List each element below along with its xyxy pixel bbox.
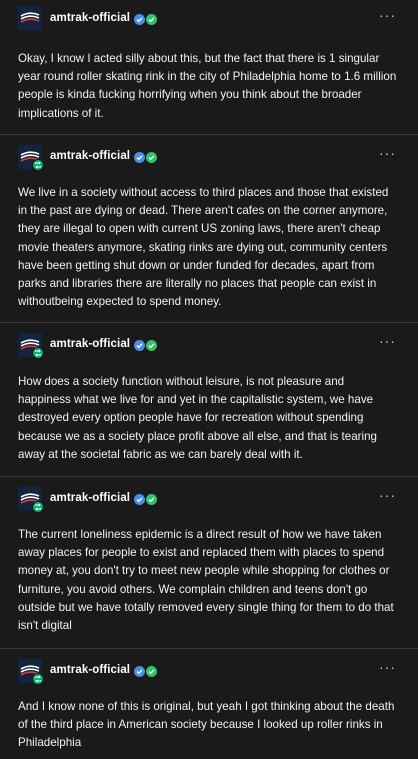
post-text: How does a society function without leis… [18, 375, 377, 461]
avatar[interactable] [18, 333, 44, 359]
username[interactable]: amtrak-official [50, 492, 158, 506]
post-header: amtrak-official ··· [18, 135, 400, 171]
verified-check-icon [146, 14, 158, 26]
post-header: amtrak-official ··· [18, 323, 400, 359]
post-text: Okay, I know I acted silly about this, b… [18, 52, 397, 120]
avatar[interactable] [18, 6, 42, 30]
verified-check-icon [146, 152, 158, 164]
avatar[interactable] [18, 145, 44, 171]
verified-badges [133, 152, 158, 164]
avatar[interactable] [18, 487, 44, 513]
more-options-icon[interactable]: ··· [379, 488, 396, 502]
post: amtrak-official ··· And I know none of t… [0, 649, 418, 759]
verified-check-icon [134, 494, 146, 506]
post-text: And I know none of this is original, but… [18, 700, 395, 750]
verified-badges [133, 14, 158, 26]
verified-check-icon [134, 666, 146, 678]
verified-check-icon [134, 14, 146, 26]
amtrak-logo-icon [18, 6, 42, 30]
more-options-icon[interactable]: ··· [379, 146, 396, 160]
verified-check-icon [134, 340, 146, 352]
username[interactable]: amtrak-official [50, 150, 158, 164]
post: amtrak-official ··· Okay, I know I acted… [0, 0, 418, 135]
post-text: We live in a society without access to t… [18, 186, 389, 309]
verified-check-icon [146, 340, 158, 352]
post-header: amtrak-official ··· [18, 0, 400, 36]
more-options-icon[interactable]: ··· [379, 8, 396, 22]
verified-check-icon [134, 152, 146, 164]
username[interactable]: amtrak-official [50, 338, 158, 352]
verified-check-icon [146, 666, 158, 678]
reblog-icon [32, 159, 44, 171]
post: amtrak-official ··· The current loneline… [0, 477, 418, 649]
verified-badges [133, 340, 158, 352]
post-text: The current loneliness epidemic is a dir… [18, 528, 394, 633]
verified-check-icon [146, 494, 158, 506]
reblog-icon [32, 347, 44, 359]
username[interactable]: amtrak-official [50, 664, 158, 678]
post: amtrak-official ··· We live in a society… [0, 135, 418, 323]
username[interactable]: amtrak-official [50, 12, 158, 26]
verified-badges [133, 494, 158, 506]
avatar[interactable] [18, 659, 44, 685]
reblog-icon [32, 673, 44, 685]
more-options-icon[interactable]: ··· [379, 334, 396, 348]
reblog-icon [32, 501, 44, 513]
verified-badges [133, 666, 158, 678]
post-header: amtrak-official ··· [18, 649, 400, 685]
reblog-thread: amtrak-official ··· Okay, I know I acted… [0, 0, 418, 759]
post: amtrak-official ··· How does a society f… [0, 323, 418, 477]
post-header: amtrak-official ··· [18, 477, 400, 513]
more-options-icon[interactable]: ··· [379, 660, 396, 674]
